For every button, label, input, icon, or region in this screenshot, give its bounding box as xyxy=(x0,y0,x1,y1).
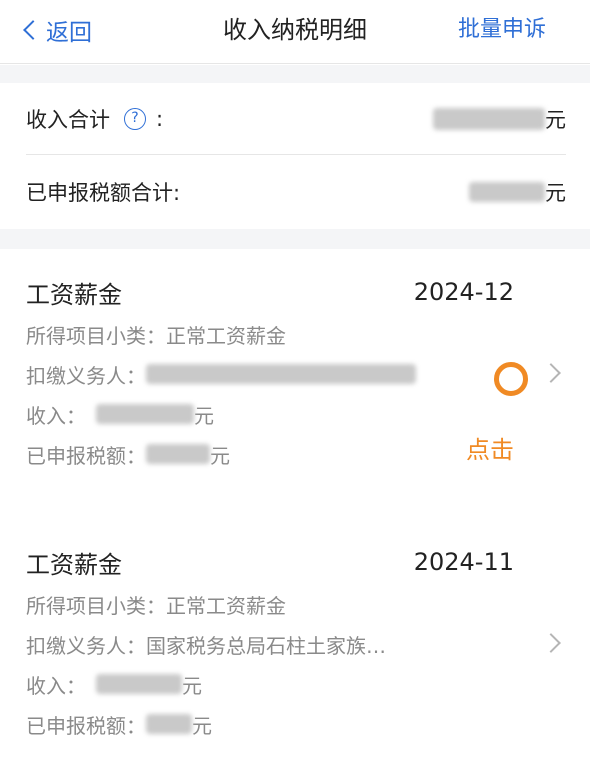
subcategory-value: 正常工资薪金 xyxy=(166,323,286,348)
chevron-right-icon xyxy=(541,633,561,653)
income-total-label: 收入合计 xyxy=(26,107,110,132)
withholder-value: 国家税务总局石柱土家族… xyxy=(146,633,386,658)
income-unit: 元 xyxy=(194,403,214,428)
redacted-withholder xyxy=(146,364,416,384)
tap-annotation-label: 点击 xyxy=(466,436,514,464)
income-total-colon: : xyxy=(156,106,164,131)
subcategory-label: 所得项目小类： xyxy=(26,323,166,348)
withholder-label: 扣缴义务人： xyxy=(26,363,146,388)
income-unit: 元 xyxy=(182,673,202,698)
withholder-line: 扣缴义务人： 国家税务总局石柱土家族… xyxy=(26,628,386,660)
income-total-unit: 元 xyxy=(545,107,566,132)
redacted-amount xyxy=(96,674,182,694)
income-total-value: 元 xyxy=(433,104,566,134)
subcategory-line: 所得项目小类： 正常工资薪金 xyxy=(26,588,286,620)
income-line: 收入： 元 xyxy=(26,668,202,700)
tax-line: 已申报税额： 元 xyxy=(26,438,230,470)
tax-total-unit: 元 xyxy=(545,181,566,205)
redacted-amount xyxy=(146,714,192,734)
record-period: 2024-12 xyxy=(413,278,514,306)
withholder-label: 扣缴义务人： xyxy=(26,633,146,658)
record-category: 工资薪金 xyxy=(26,550,122,579)
section-divider xyxy=(0,65,590,83)
tap-indicator-circle xyxy=(494,362,528,396)
redacted-amount xyxy=(469,182,545,202)
income-label: 收入： xyxy=(26,673,86,698)
subcategory-label: 所得项目小类： xyxy=(26,593,166,618)
tax-total-label: 已申报税额合计: xyxy=(26,181,181,205)
subcategory-line: 所得项目小类： 正常工资薪金 xyxy=(26,318,286,350)
tax-unit: 元 xyxy=(192,713,212,738)
help-icon[interactable]: ? xyxy=(124,107,146,130)
income-record-2024-12[interactable]: 工资薪金 2024-12 所得项目小类： 正常工资薪金 扣缴义务人： 收入： 元… xyxy=(0,250,590,500)
withholder-line: 扣缴义务人： xyxy=(26,358,416,390)
record-category: 工资薪金 xyxy=(26,280,122,309)
batch-appeal-button[interactable]: 批量申诉 xyxy=(458,12,546,48)
tax-unit: 元 xyxy=(210,443,230,468)
tax-total-row: 已申报税额合计: 元 xyxy=(26,156,566,228)
nav-bar: 返回 收入纳税明细 批量申诉 xyxy=(0,0,590,64)
income-total-row: 收入合计 ? : 元 xyxy=(26,83,566,155)
income-line: 收入： 元 xyxy=(26,398,214,430)
tax-line: 已申报税额： 元 xyxy=(26,708,212,740)
record-period: 2024-11 xyxy=(413,548,514,576)
subcategory-value: 正常工资薪金 xyxy=(166,593,286,618)
chevron-right-icon xyxy=(541,363,561,383)
income-label: 收入： xyxy=(26,403,86,428)
tax-total-value: 元 xyxy=(469,177,566,207)
redacted-amount xyxy=(96,404,194,424)
tax-label: 已申报税额： xyxy=(26,443,146,468)
section-divider xyxy=(0,229,590,249)
income-record-2024-11[interactable]: 工资薪金 2024-11 所得项目小类： 正常工资薪金 扣缴义务人： 国家税务总… xyxy=(0,520,590,770)
redacted-amount xyxy=(146,444,210,464)
redacted-amount xyxy=(433,107,545,130)
tax-label: 已申报税额： xyxy=(26,713,146,738)
summary-panel: 收入合计 ? : 元 已申报税额合计: 元 xyxy=(0,83,590,229)
